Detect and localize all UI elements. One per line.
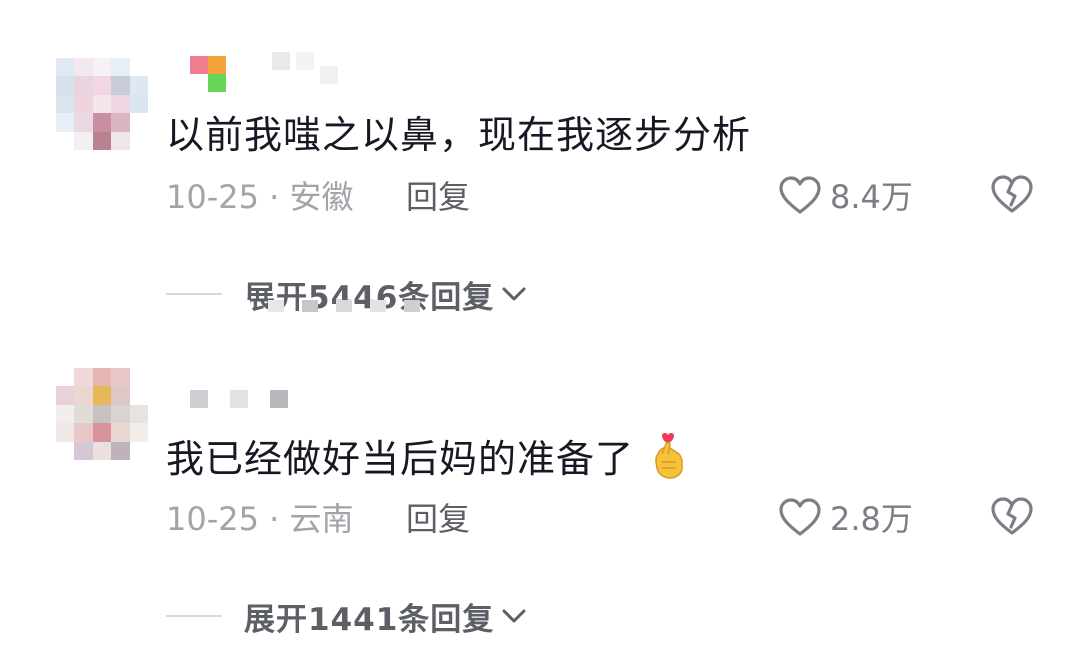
reply-button[interactable]: 回复: [406, 494, 470, 540]
comment-text: 我已经做好当后妈的准备了: [166, 428, 690, 483]
expand-replies-button[interactable]: 展开1441条回复: [166, 594, 528, 638]
divider-line: [166, 615, 222, 617]
like-button[interactable]: 8.4万: [778, 172, 913, 218]
reply-button[interactable]: 回复: [406, 172, 470, 218]
comment-item: 以前我嗤之以鼻，现在我逐步分析 10-25 · 安徽 回复 8.4万 展开544…: [0, 0, 1080, 340]
avatar[interactable]: [56, 58, 148, 150]
time-location: 10-25 · 云南: [166, 500, 354, 538]
avatar[interactable]: [56, 368, 148, 460]
heart-icon: [779, 176, 821, 214]
comment-item: 我已经做好当后妈的准备了 10-25 · 云南 回复 2.8万 展开1441条回…: [0, 340, 1080, 669]
like-count: 2.8万: [830, 500, 913, 538]
expand-replies-label: 展开1441条回复: [244, 601, 495, 638]
comment-meta: 10-25 · 云南 回复: [166, 492, 1046, 542]
comment-list: 以前我嗤之以鼻，现在我逐步分析 10-25 · 安徽 回复 8.4万 展开544…: [0, 0, 1080, 669]
username-obscured[interactable]: [190, 368, 288, 408]
like-count: 8.4万: [830, 178, 913, 216]
comment-meta: 10-25 · 安徽 回复: [166, 170, 1046, 220]
dislike-button[interactable]: [990, 496, 1034, 540]
username-obscured[interactable]: [190, 52, 338, 92]
chevron-down-icon: [502, 287, 526, 301]
broken-heart-icon: [991, 175, 1033, 213]
dislike-button[interactable]: [990, 174, 1034, 218]
mosaic-overlay: [166, 300, 420, 314]
divider-line: [166, 293, 222, 295]
heart-icon: [779, 498, 821, 536]
broken-heart-icon: [991, 497, 1033, 535]
time-location: 10-25 · 安徽: [166, 178, 354, 216]
like-button[interactable]: 2.8万: [778, 494, 913, 540]
chevron-down-icon: [502, 609, 526, 623]
finger-heart-emoji-icon: [655, 432, 683, 479]
comment-text: 以前我嗤之以鼻，现在我逐步分析: [166, 113, 752, 157]
